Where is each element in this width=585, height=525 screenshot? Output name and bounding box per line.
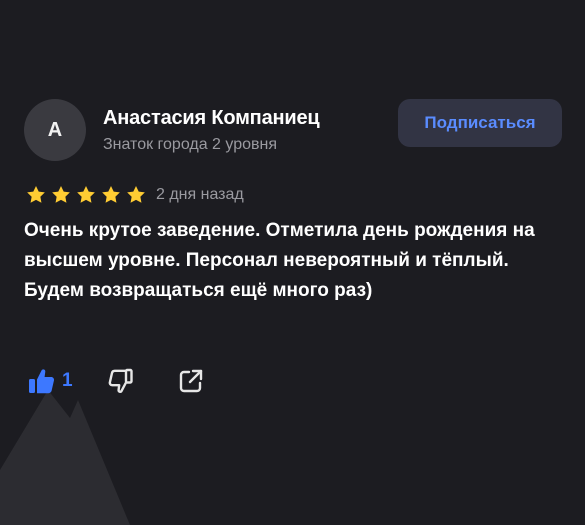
review-actions: 1 <box>26 363 205 399</box>
review-header: А Анастасия Компаниец Знаток города 2 ур… <box>24 96 564 164</box>
author-name[interactable]: Анастасия Компаниец <box>103 107 320 130</box>
star-icon <box>52 186 70 203</box>
dislike-button[interactable] <box>105 366 135 396</box>
like-count: 1 <box>62 370 73 391</box>
star-icon <box>102 186 120 203</box>
review-date: 2 дня назад <box>156 186 244 203</box>
review-text: Очень крутое заведение. Отметила день ро… <box>24 220 535 301</box>
review-card: А Анастасия Компаниец Знаток города 2 ур… <box>24 96 564 306</box>
star-icon <box>77 186 95 203</box>
author-info: Анастасия Компаниец Знаток города 2 уров… <box>103 107 320 154</box>
thumbs-down-icon <box>108 368 133 393</box>
star-icon <box>127 186 145 203</box>
avatar-letter: А <box>47 118 63 141</box>
share-icon <box>179 369 202 393</box>
thumbs-up-icon <box>29 369 55 394</box>
review-meta: 2 дня назад <box>24 184 564 206</box>
subscribe-button[interactable]: Подписаться <box>398 99 562 147</box>
star-icon <box>27 186 45 203</box>
rating-stars <box>24 184 148 206</box>
decorative-shape <box>0 390 130 525</box>
like-button[interactable]: 1 <box>26 366 73 396</box>
author-level: Знаток города 2 уровня <box>103 135 278 153</box>
share-button[interactable] <box>177 367 205 395</box>
avatar[interactable]: А <box>24 99 86 161</box>
